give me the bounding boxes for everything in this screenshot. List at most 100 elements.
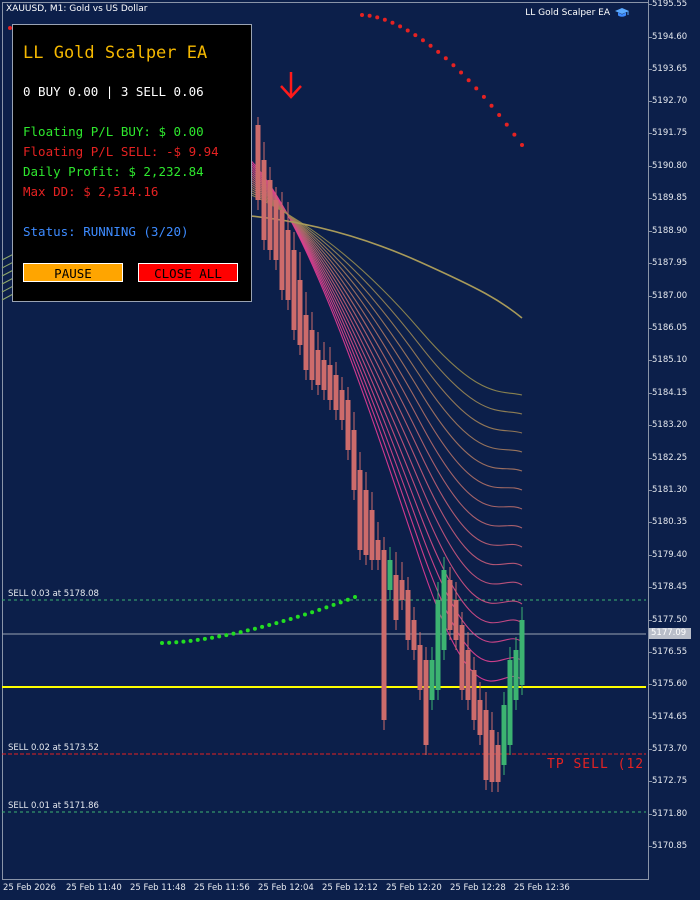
candle-body [291, 250, 297, 330]
candle-body [453, 600, 459, 640]
max-drawdown: Max DD: $ 2,514.16 [23, 184, 159, 199]
ea-name-text: LL Gold Scalper EA [525, 8, 610, 18]
price-tick-label: 5192.70 [652, 96, 688, 106]
candle-body [447, 580, 453, 630]
parabolic-sar-dot [260, 624, 265, 629]
candle-body [477, 700, 483, 735]
price-tick-mark [648, 263, 652, 264]
parabolic-sar-dot [245, 628, 250, 633]
candle-body [405, 590, 411, 640]
parabolic-sar-dot [497, 113, 502, 118]
candle-body [381, 550, 387, 720]
price-tick-label: 5190.80 [652, 161, 688, 171]
price-tick-mark [648, 69, 652, 70]
parabolic-sar-dot [302, 612, 307, 617]
candle-body [501, 705, 507, 765]
parabolic-sar-dot [345, 597, 350, 602]
price-tick-label: 5181.30 [652, 485, 688, 495]
parabolic-sar-dot [188, 638, 193, 643]
time-tick-label: 25 Feb 12:36 [514, 883, 570, 893]
candle-body [459, 625, 465, 690]
candle-body [393, 575, 399, 620]
price-tick-mark [648, 458, 652, 459]
parabolic-sar-dot [420, 38, 425, 43]
price-tick-label: 5187.95 [652, 258, 688, 268]
parabolic-sar-dot [360, 13, 364, 17]
parabolic-sar-dot [331, 602, 336, 607]
candle-body [417, 645, 423, 690]
candle-body [339, 390, 345, 420]
price-tick-label: 5175.60 [652, 679, 688, 689]
candle-body [255, 125, 261, 200]
ea-attached-label[interactable]: LL Gold Scalper EA [525, 7, 630, 19]
price-tick-mark [648, 620, 652, 621]
candle-body [489, 730, 495, 782]
candle-body [495, 745, 501, 782]
parabolic-sar-dot [474, 86, 479, 91]
price-tick-label: 5194.60 [652, 32, 688, 42]
candle-body [267, 180, 273, 250]
price-tick-label: 5187.00 [652, 291, 688, 301]
price-tick-label: 5186.05 [652, 323, 688, 333]
order-line-label: SELL 0.02 at 5173.52 [8, 743, 99, 753]
candle-body [429, 660, 435, 700]
price-tick-mark [648, 393, 652, 394]
parabolic-sar-dot [160, 641, 164, 645]
tp-sell-label: TP SELL (12 [547, 757, 645, 772]
candle-body [261, 160, 267, 240]
price-tick-label: 5185.10 [652, 355, 688, 365]
candle-body [483, 710, 489, 780]
parabolic-sar-dot [238, 630, 243, 635]
candle-body [387, 560, 393, 590]
parabolic-sar-dot [382, 17, 387, 22]
price-tick-mark [648, 522, 652, 523]
candle-body [345, 400, 351, 450]
time-tick-label: 25 Feb 11:56 [194, 883, 250, 893]
price-tick-mark [648, 490, 652, 491]
candle-body [471, 670, 477, 720]
parabolic-sar-dot [375, 15, 380, 20]
time-tick-label: 25 Feb 12:28 [450, 883, 506, 893]
candle-body [273, 200, 279, 260]
parabolic-sar-dot [520, 143, 524, 147]
parabolic-sar-dot [317, 607, 322, 612]
pause-button[interactable]: PAUSE [23, 263, 123, 282]
parabolic-sar-dot [466, 78, 471, 83]
status-text: Status: RUNNING (3/20) [23, 224, 189, 239]
parabolic-sar-dot [324, 605, 329, 610]
graduation-cap-icon [615, 8, 629, 17]
floating-pl-sell: Floating P/L SELL: -$ 9.94 [23, 144, 219, 159]
price-tick-label: 5182.25 [652, 453, 688, 463]
candle-body [441, 570, 447, 650]
parabolic-sar-dot [353, 595, 357, 599]
time-tick-label: 25 Feb 12:12 [322, 883, 378, 893]
price-tick-mark [648, 749, 652, 750]
price-tick-mark [648, 684, 652, 685]
parabolic-sar-dot [413, 33, 418, 38]
candle-body [375, 540, 381, 560]
parabolic-sar-dot [202, 636, 207, 641]
parabolic-sar-dot [436, 49, 441, 54]
close-all-button[interactable]: CLOSE ALL [138, 263, 238, 282]
price-tick-mark [648, 4, 652, 5]
time-tick-label: 25 Feb 11:48 [130, 883, 186, 893]
price-tick-mark [648, 198, 652, 199]
parabolic-sar-dot [512, 132, 517, 137]
price-tick-label: 5173.70 [652, 744, 688, 754]
parabolic-sar-dot [267, 623, 272, 628]
parabolic-sar-dot [398, 24, 403, 29]
parabolic-sar-dot [174, 640, 179, 645]
time-tick-label: 25 Feb 12:20 [386, 883, 442, 893]
candle-body [315, 350, 321, 385]
parabolic-sar-dot [274, 621, 279, 626]
symbol-title: XAUUSD, M1: Gold vs US Dollar [6, 4, 148, 14]
ea-panel-title: LL Gold Scalper EA [23, 43, 208, 63]
order-line-label: SELL 0.01 at 5171.86 [8, 801, 99, 811]
time-tick-label: 25 Feb 11:40 [66, 883, 122, 893]
parabolic-sar-dot [338, 600, 343, 605]
parabolic-sar-dot [295, 614, 300, 619]
price-tick-label: 5170.85 [652, 841, 688, 851]
price-tick-mark [648, 587, 652, 588]
price-tick-label: 5180.35 [652, 517, 688, 527]
positions-summary: 0 BUY 0.00 | 3 SELL 0.06 [23, 84, 204, 99]
